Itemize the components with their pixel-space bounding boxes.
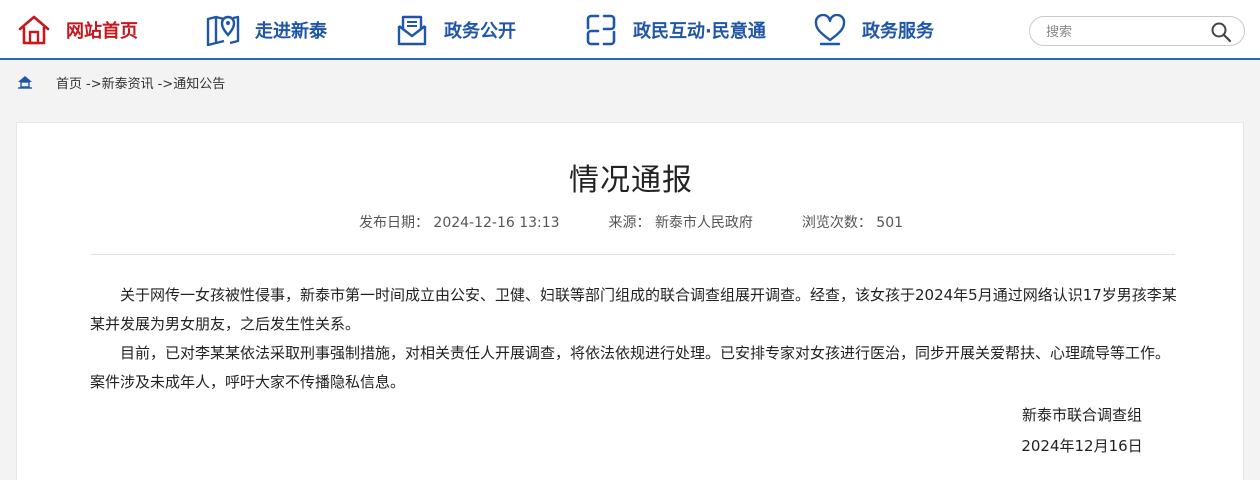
source-label: 来源： [608, 215, 651, 231]
top-navigation: 网站首页 走进新泰 政务公开 政民互动·民意通 政务服务 搜索 [0, 0, 1260, 60]
article-paragraph: 目前，已对李某某依法采取刑事强制措施，对相关责任人开展调查，将依法依规进行处理。… [90, 344, 1171, 391]
nav-public-interaction-label: 政民互动·民意通 [633, 21, 766, 42]
source-value: 新泰市人民政府 [654, 215, 753, 231]
breadcrumb-home-icon [17, 75, 33, 89]
publish-date-label: 发布日期： [358, 215, 429, 231]
breadcrumb: 首页 ->新泰资讯 ->通知公告 [0, 62, 1260, 102]
breadcrumb-item-notices[interactable]: ->通知公告 [158, 73, 226, 92]
nav-government-affairs[interactable]: 政务公开 [394, 12, 516, 48]
search-icon[interactable] [1210, 21, 1232, 43]
nav-home-label: 网站首页 [66, 21, 138, 42]
interaction-icon [583, 12, 619, 48]
map-pin-icon [205, 12, 241, 48]
nav-about-xintai-label: 走进新泰 [255, 21, 327, 42]
signature-org: 新泰市联合调查组 [1021, 406, 1142, 424]
breadcrumb-item-home[interactable]: 首页 [56, 73, 82, 92]
breadcrumb-links: 首页 ->新泰资讯 ->通知公告 [56, 73, 225, 92]
views-count: 501 [876, 215, 904, 231]
article-body: 关于网传一女孩被性侵事，新泰市第一时间成立由公安、卫健、妇联等部门组成的联合调查… [90, 281, 1180, 397]
nav-government-services-label: 政务服务 [862, 21, 934, 42]
article-title: 情况通报 [569, 163, 693, 198]
search-box [1029, 16, 1245, 46]
breadcrumb-item-news[interactable]: ->新泰资讯 [86, 73, 154, 92]
signature-date: 2024年12月16日 [1021, 437, 1143, 455]
mail-icon [394, 12, 430, 48]
article-paragraph: 关于网传一女孩被性侵事，新泰市第一时间成立由公安、卫健、妇联等部门组成的联合调查… [90, 286, 1177, 333]
views-label: 浏览次数： [801, 215, 872, 231]
home-icon [16, 12, 52, 48]
article-panel: 情况通报 发布日期： 2024-12-16 13:13 来源： 新泰市人民政府 … [16, 122, 1244, 480]
nav-government-services[interactable]: 政务服务 [812, 12, 934, 48]
nav-home[interactable]: 网站首页 [16, 12, 138, 48]
heart-icon [812, 12, 848, 48]
nav-government-affairs-label: 政务公开 [444, 21, 516, 42]
title-divider [90, 254, 1175, 255]
nav-about-xintai[interactable]: 走进新泰 [205, 12, 327, 48]
nav-public-interaction[interactable]: 政民互动·民意通 [583, 12, 766, 48]
search-input[interactable] [1046, 22, 1196, 42]
publish-date: 2024-12-16 13:13 [433, 215, 560, 231]
article-meta: 发布日期： 2024-12-16 13:13 来源： 新泰市人民政府 浏览次数：… [17, 212, 1245, 232]
article-signature: 新泰市联合调查组 2024年12月16日 [997, 400, 1167, 462]
